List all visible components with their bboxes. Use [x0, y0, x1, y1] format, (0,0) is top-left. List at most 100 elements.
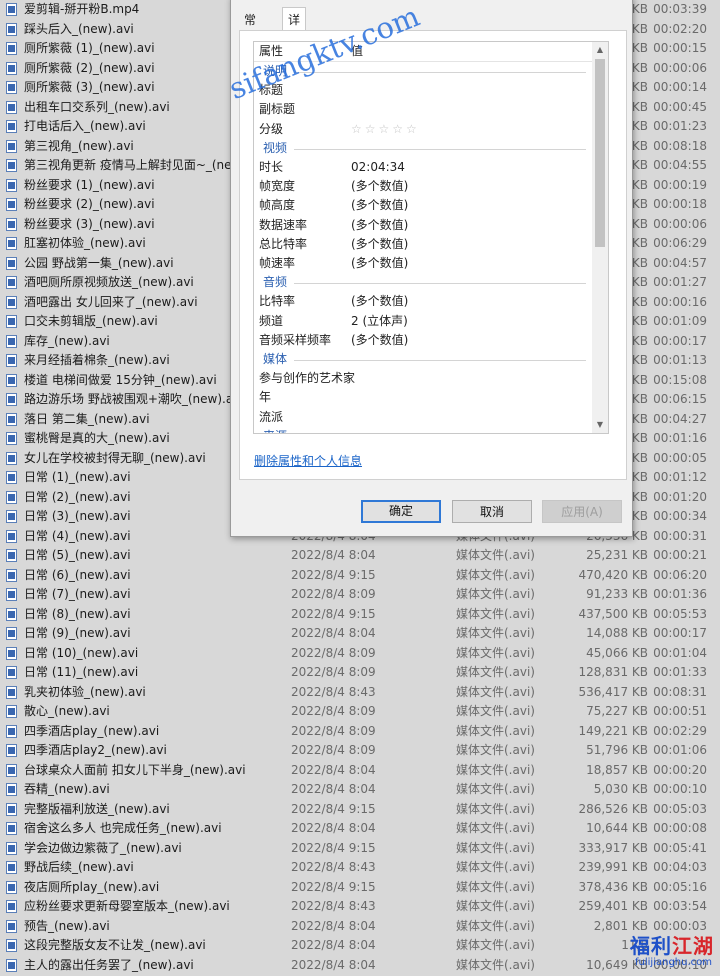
file-name: 日常 (10)_(new).avi: [24, 645, 139, 660]
video-file-icon: [6, 607, 17, 621]
property-row[interactable]: 年: [254, 388, 592, 407]
video-file-icon: [6, 276, 17, 289]
file-size: KB: [631, 255, 648, 270]
file-name: 爱剪辑-掰开粉B.mp4: [24, 2, 140, 16]
file-row[interactable]: 日常 (7)_(new).avi 2022/8/4 8:09 媒体文件(.avi) 9…: [0, 585, 720, 605]
file-row[interactable]: 散心_(new).avi 2022/8/4 8:09 媒体文件(.avi) 75,22…: [0, 702, 720, 722]
section-divider: [294, 283, 586, 285]
property-name: 总比特率: [259, 236, 308, 251]
file-date: 2022/8/4 9:15: [291, 801, 376, 816]
file-date: 2022/8/4 8:09: [291, 665, 376, 679]
property-name: 帧宽度: [259, 179, 296, 194]
property-row[interactable]: 参与创作的艺术家: [254, 369, 592, 388]
property-row[interactable]: 数据速率 (多个数值): [254, 216, 592, 235]
property-value[interactable]: 2 (立体声): [351, 312, 408, 331]
file-row[interactable]: 夜店厕所play_(new).avi 2022/8/4 9:15 媒体文件(.avi…: [0, 878, 720, 898]
file-name: 吞精_(new).avi: [24, 782, 110, 796]
file-size: KB: [631, 450, 648, 465]
file-row[interactable]: 野战后续_(new).avi 2022/8/4 8:43 媒体文件(.avi) 239…: [0, 858, 720, 878]
ok-button[interactable]: 确定: [361, 500, 441, 523]
rating-stars-icon[interactable]: ☆☆☆☆☆: [351, 120, 420, 139]
video-file-icon: [6, 783, 17, 796]
property-name: 频道: [259, 313, 284, 328]
video-file-icon: [6, 939, 17, 952]
file-size: KB: [631, 21, 648, 36]
file-row[interactable]: 完整版福利放送_(new).avi 2022/8/4 9:15 媒体文件(.avi)…: [0, 800, 720, 820]
property-row[interactable]: 帧高度 (多个数值): [254, 196, 592, 215]
file-date: 2022/8/4 9:15: [291, 840, 376, 855]
file-type: 媒体文件(.avi): [456, 743, 535, 757]
file-duration: 00:06:15: [653, 392, 707, 406]
property-row[interactable]: 总比特率 (多个数值): [254, 235, 592, 254]
property-value[interactable]: (多个数值): [351, 196, 408, 215]
file-row[interactable]: 日常 (9)_(new).avi 2022/8/4 8:04 媒体文件(.avi) 1…: [0, 624, 720, 644]
file-duration: 00:00:18: [653, 197, 707, 211]
property-value[interactable]: (多个数值): [351, 177, 408, 196]
file-row[interactable]: 四季酒店play2_(new).avi 2022/8/4 8:09 媒体文件(.av…: [0, 741, 720, 761]
file-row[interactable]: 宿舍这么多人 也完成任务_(new).avi 2022/8/4 8:04 媒体文件(…: [0, 819, 720, 839]
file-row[interactable]: 应粉丝要求更新母婴室版本_(new).avi 2022/8/4 8:43 媒体文件(…: [0, 897, 720, 917]
file-name: 酒吧露出 女儿回来了_(new).avi: [24, 294, 198, 309]
file-size: KB: [631, 197, 648, 211]
file-size: KB: [631, 372, 648, 387]
scroll-thumb[interactable]: [595, 59, 605, 247]
tab-general[interactable]: 常规: [239, 10, 261, 47]
property-value[interactable]: (多个数值): [351, 292, 408, 311]
file-row[interactable]: 日常 (8)_(new).avi 2022/8/4 9:15 媒体文件(.avi) 4…: [0, 605, 720, 625]
file-row[interactable]: 四季酒店play_(new).avi 2022/8/4 8:09 媒体文件(.avi…: [0, 722, 720, 742]
video-file-icon: [6, 900, 17, 913]
property-row[interactable]: 帧宽度 (多个数值): [254, 177, 592, 196]
video-file-icon: [6, 42, 17, 55]
file-size: KB: [631, 509, 648, 523]
file-type: 媒体文件(.avi): [456, 782, 535, 796]
scroll-up-icon[interactable]: ▲: [592, 42, 608, 58]
property-row[interactable]: 流派: [254, 408, 592, 427]
file-name: 酒吧厕所原视频放送_(new).avi: [24, 275, 194, 289]
file-row[interactable]: 吞精_(new).avi 2022/8/4 8:04 媒体文件(.avi) 5,030…: [0, 780, 720, 800]
property-row[interactable]: 比特率 (多个数值): [254, 292, 592, 311]
file-duration: 00:02:20: [653, 21, 707, 36]
file-row[interactable]: 这段完整版女友不让发_(new).avi 2022/8/4 8:04 媒体文件(.a…: [0, 936, 720, 956]
apply-button[interactable]: 应用(A): [542, 500, 622, 523]
property-row[interactable]: 时长 02:04:34: [254, 158, 592, 177]
remove-properties-link[interactable]: 删除属性和个人信息: [254, 452, 362, 469]
grid-scrollbar[interactable]: ▲ ▼: [592, 42, 608, 433]
property-row[interactable]: 副标题: [254, 100, 592, 119]
property-value[interactable]: 02:04:34: [351, 158, 405, 177]
file-size: 378,436 KB: [578, 879, 648, 894]
scroll-down-icon[interactable]: ▼: [592, 417, 608, 433]
cancel-button[interactable]: 取消: [452, 500, 532, 523]
file-duration: 00:00:45: [653, 99, 707, 114]
file-size: 10,644 KB: [586, 821, 648, 835]
property-value[interactable]: (多个数值): [351, 235, 408, 254]
section-header: 音频: [254, 273, 592, 293]
file-duration: 00:01:09: [653, 314, 707, 328]
video-file-icon: [6, 802, 17, 816]
tab-details[interactable]: 详细信息: [282, 7, 307, 99]
video-file-icon: [6, 61, 17, 75]
property-row[interactable]: 分级 ☆☆☆☆☆: [254, 120, 592, 139]
property-value[interactable]: (多个数值): [351, 331, 408, 350]
file-duration: 00:02:29: [653, 723, 707, 738]
file-row[interactable]: 乳夹初体验_(new).avi 2022/8/4 8:43 媒体文件(.avi) 53…: [0, 683, 720, 703]
file-size: KB: [631, 158, 648, 172]
file-row[interactable]: 主人的露出任务罢了_(new).avi 2022/8/4 8:04 媒体文件(.av…: [0, 956, 720, 976]
file-date: 2022/8/4 8:43: [291, 860, 376, 874]
file-name: 肛塞初体验_(new).avi: [24, 236, 146, 250]
file-row[interactable]: 日常 (10)_(new).avi 2022/8/4 8:09 媒体文件(.avi)…: [0, 644, 720, 664]
file-row[interactable]: 学会边做边紫薇了_(new).avi 2022/8/4 9:15 媒体文件(.avi…: [0, 839, 720, 859]
property-row[interactable]: 音频采样频率 (多个数值): [254, 331, 592, 350]
file-row[interactable]: 预告_(new).avi 2022/8/4 8:04 媒体文件(.avi) 2,801…: [0, 917, 720, 937]
property-row[interactable]: 频道 2 (立体声): [254, 312, 592, 331]
property-value[interactable]: (多个数值): [351, 254, 408, 273]
file-name: 散心_(new).avi: [24, 704, 110, 718]
file-size: KB: [631, 411, 648, 426]
property-value[interactable]: (多个数值): [351, 216, 408, 235]
file-row[interactable]: 日常 (11)_(new).avi 2022/8/4 8:09 媒体文件(.avi)…: [0, 663, 720, 683]
property-row[interactable]: 帧速率 (多个数值): [254, 254, 592, 273]
property-row[interactable]: 标题: [254, 81, 592, 100]
file-row[interactable]: 台球桌众人面前 扣女儿下半身_(new).avi 2022/8/4 8:04 媒体文…: [0, 761, 720, 781]
file-row[interactable]: 日常 (5)_(new).avi 2022/8/4 8:04 媒体文件(.avi) 2…: [0, 546, 720, 566]
file-duration: 00:01:16: [653, 431, 707, 445]
file-row[interactable]: 日常 (6)_(new).avi 2022/8/4 9:15 媒体文件(.avi) 4…: [0, 566, 720, 586]
